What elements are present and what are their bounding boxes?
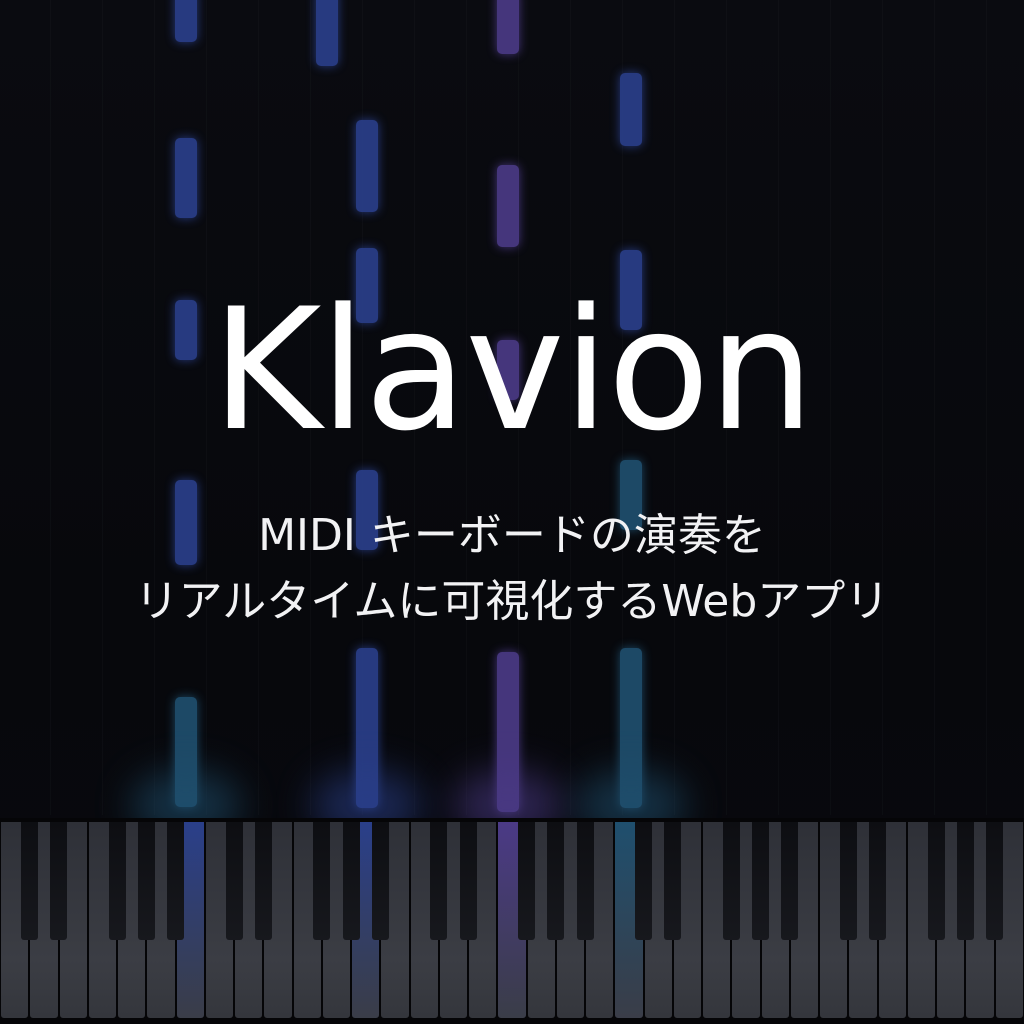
- black-key[interactable]: [957, 822, 974, 940]
- black-key[interactable]: [752, 822, 770, 940]
- falling-note: [316, 0, 338, 66]
- app-subtitle: MIDI キーボードの演奏を リアルタイムに可視化するWebアプリ: [0, 503, 1024, 635]
- black-key[interactable]: [781, 822, 799, 940]
- falling-note: [497, 0, 519, 54]
- black-key[interactable]: [576, 822, 594, 940]
- black-key[interactable]: [108, 822, 126, 940]
- black-key[interactable]: [722, 822, 740, 940]
- black-key[interactable]: [371, 822, 389, 940]
- black-key[interactable]: [869, 822, 887, 940]
- falling-note: [175, 0, 197, 42]
- black-key[interactable]: [342, 822, 360, 940]
- piano-keyboard[interactable]: [0, 818, 1024, 1024]
- black-key[interactable]: [430, 822, 448, 940]
- black-key[interactable]: [664, 822, 682, 940]
- black-key[interactable]: [547, 822, 565, 940]
- black-key[interactable]: [313, 822, 331, 940]
- black-key[interactable]: [254, 822, 272, 940]
- black-key[interactable]: [986, 822, 1004, 940]
- app-stage: Klavion MIDI キーボードの演奏を リアルタイムに可視化するWebアプ…: [0, 0, 1024, 1024]
- falling-note: [175, 138, 197, 218]
- black-key[interactable]: [927, 822, 945, 940]
- falling-note: [497, 165, 519, 247]
- falling-note: [356, 120, 378, 212]
- black-key[interactable]: [839, 822, 857, 940]
- black-key[interactable]: [167, 822, 185, 940]
- subtitle-line-2: リアルタイムに可視化するWebアプリ: [134, 576, 890, 627]
- black-key[interactable]: [20, 822, 38, 940]
- black-key[interactable]: [459, 822, 477, 940]
- subtitle-line-1: MIDI キーボードの演奏を: [258, 510, 766, 561]
- app-title: Klavion: [211, 272, 814, 468]
- black-key[interactable]: [518, 822, 536, 940]
- falling-note: [620, 73, 642, 146]
- black-key[interactable]: [50, 822, 67, 940]
- black-key[interactable]: [137, 822, 155, 940]
- black-key[interactable]: [225, 822, 243, 940]
- black-key[interactable]: [635, 822, 653, 940]
